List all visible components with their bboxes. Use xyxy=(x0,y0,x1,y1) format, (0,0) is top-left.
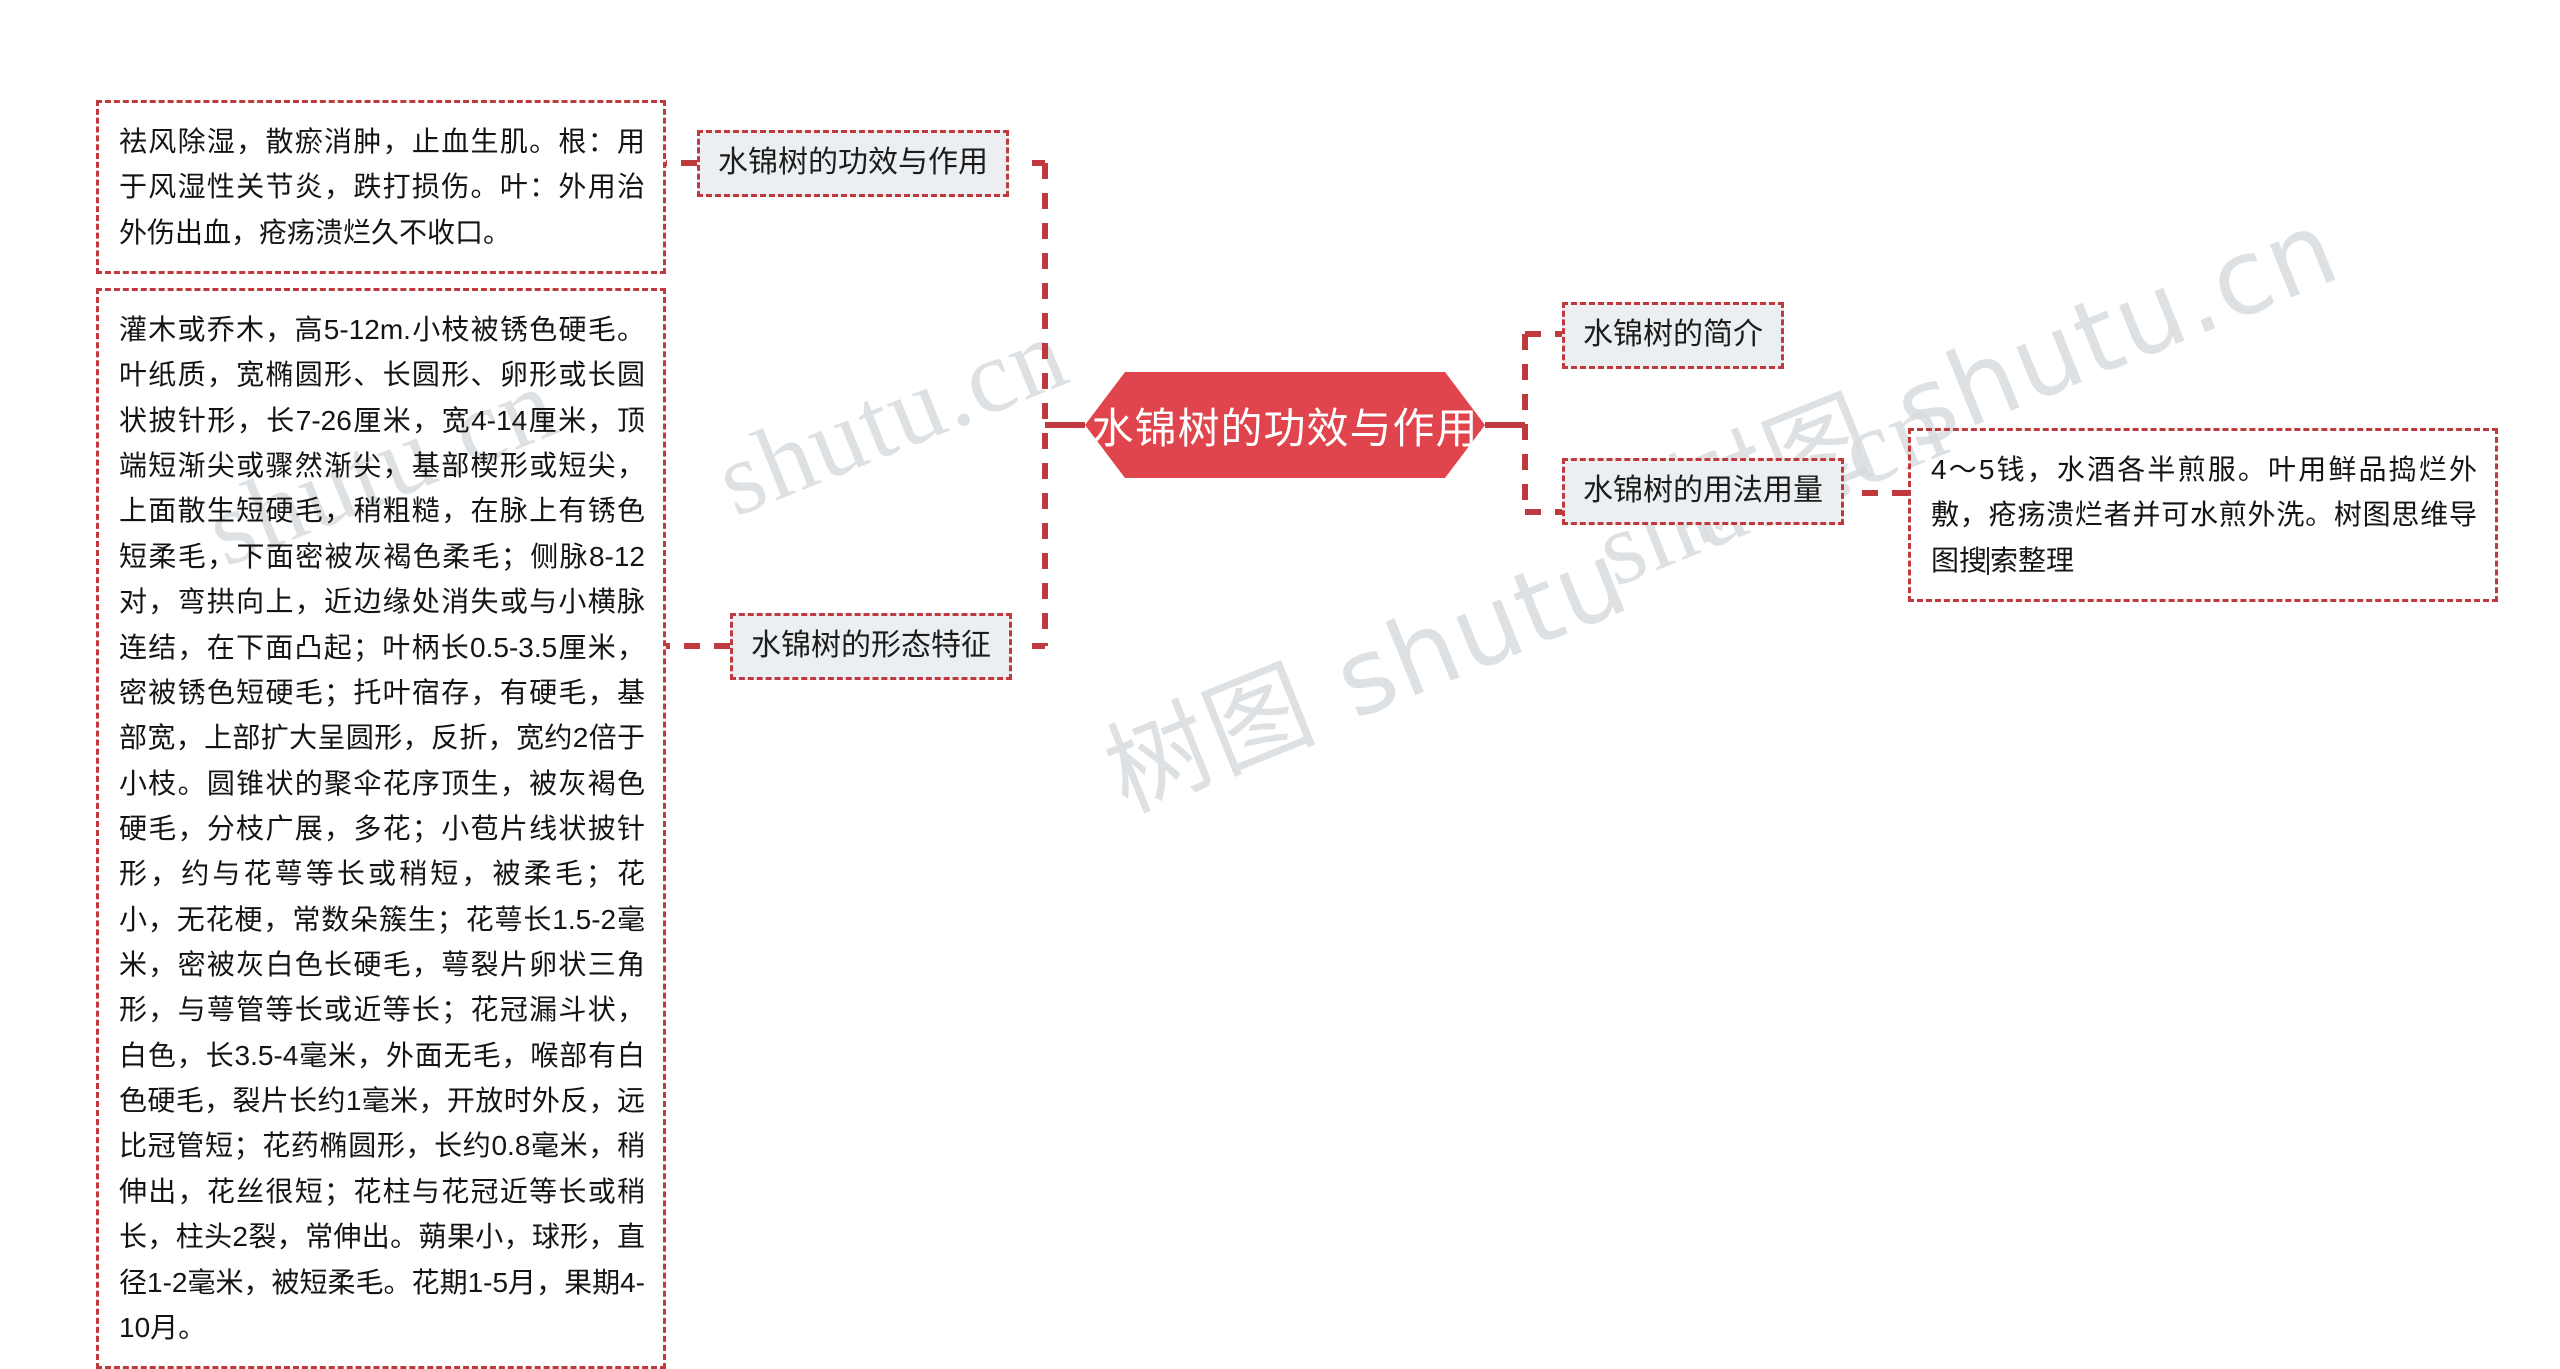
effect-detail-box[interactable]: 祛风除湿，散瘀消肿，止血生肌。根：用于风湿性关节炎，跌打损伤。叶：外用治外伤出血… xyxy=(96,100,666,275)
root-node[interactable]: 水锦树的功效与作用 xyxy=(1085,372,1485,478)
morphology-detail-text: 灌木或乔木，高5-12m.小枝被锈色硬毛。叶纸质，宽椭圆形、长圆形、卵形或长圆状… xyxy=(119,314,645,1343)
branch-dosage-label-node[interactable]: 水锦树的用法用量 xyxy=(1562,458,1844,525)
dosage-detail-text-suffix: 索整理 xyxy=(1990,544,2075,576)
branch-intro-label: 水锦树的简介 xyxy=(1583,318,1763,351)
branch-intro-label-node[interactable]: 水锦树的简介 xyxy=(1562,302,1784,369)
dosage-detail-box[interactable]: 4～5钱，水酒各半煎服。叶用鲜品捣烂外敷，疮疡溃烂者并可水煎外洗。树图思维导图搜… xyxy=(1908,428,2498,603)
mindmap-canvas[interactable]: shutu.cn shutu.cn 树图 shutu.cn 树图 shutu s… xyxy=(0,0,2560,1369)
watermark: 树图 shutu xyxy=(1088,516,1645,836)
branch-morphology-label-node[interactable]: 水锦树的形态特征 xyxy=(730,613,1012,680)
root-node-label: 水锦树的功效与作用 xyxy=(1091,404,1479,452)
text-cursor xyxy=(1987,546,1990,575)
branch-morphology-label: 水锦树的形态特征 xyxy=(751,629,991,662)
morphology-detail-box[interactable]: 灌木或乔木，高5-12m.小枝被锈色硬毛。叶纸质，宽椭圆形、长圆形、卵形或长圆状… xyxy=(96,288,666,1369)
branch-dosage-label: 水锦树的用法用量 xyxy=(1583,474,1823,507)
effect-detail-text: 祛风除湿，散瘀消肿，止血生肌。根：用于风湿性关节炎，跌打损伤。叶：外用治外伤出血… xyxy=(119,126,645,248)
branch-effect-label: 水锦树的功效与作用 xyxy=(718,146,988,179)
branch-effect-label-node[interactable]: 水锦树的功效与作用 xyxy=(697,130,1009,197)
watermark: shutu.cn xyxy=(700,294,1083,539)
